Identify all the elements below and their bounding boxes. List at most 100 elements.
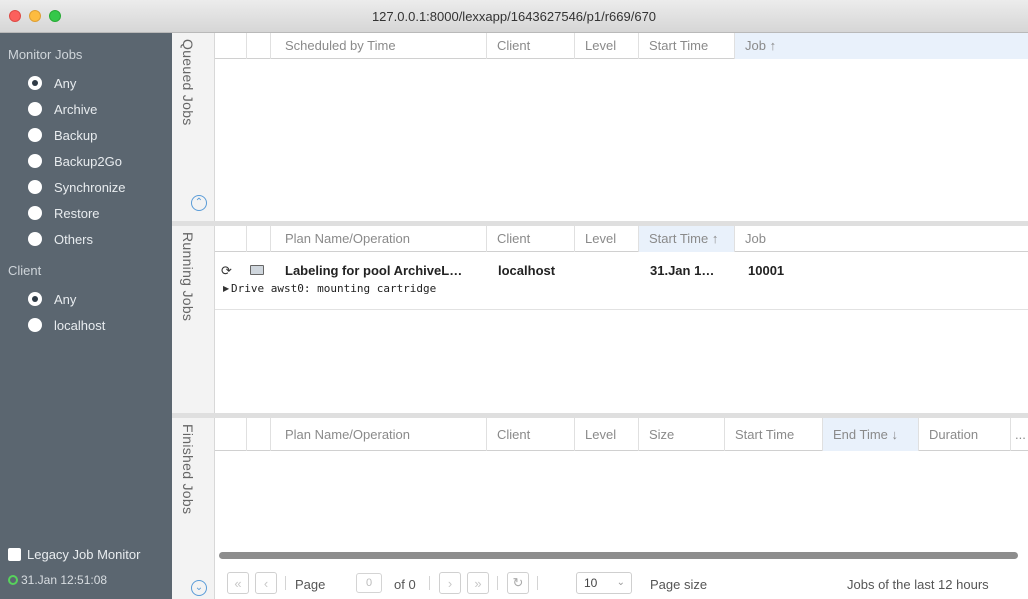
separator xyxy=(537,576,538,590)
job-type-label: Restore xyxy=(54,205,100,221)
column-icon-header[interactable] xyxy=(215,418,247,451)
refresh-timestamp: 31.Jan 12:51:08 xyxy=(21,573,108,587)
row-detail: Drive awst0: mounting cartridge xyxy=(231,282,437,295)
job-type-others-option[interactable]: Others xyxy=(28,229,93,249)
client-label: Any xyxy=(54,291,77,307)
expand-triangle-icon[interactable]: ▶ xyxy=(223,284,229,293)
queued-jobs-header: Scheduled by Time Client Level Start Tim… xyxy=(215,33,1028,59)
column-header[interactable]: Client xyxy=(487,33,575,59)
finished-jobs-header: Plan Name/Operation Client Level Size St… xyxy=(215,418,1028,451)
pagination-bar: « ‹ Page 0 of 0 › » ↻ 10 ⌄ Page size Job… xyxy=(215,568,1028,599)
job-type-label: Others xyxy=(54,231,94,247)
column-header[interactable]: Level xyxy=(575,33,639,59)
column-header[interactable]: Start Time xyxy=(639,33,735,59)
time-range-label: Jobs of the last 12 hours xyxy=(847,577,989,592)
column-status-header[interactable] xyxy=(247,418,271,451)
client-label: localhost xyxy=(54,317,106,333)
chevron-down-icon: ⌄ xyxy=(616,577,625,588)
column-header[interactable]: Plan Name/Operation xyxy=(271,418,487,451)
page-number-input[interactable]: 0 xyxy=(356,573,382,593)
column-icon-header[interactable] xyxy=(215,33,247,59)
column-header-sorted[interactable]: Start Time ↑ xyxy=(639,226,735,252)
page-count: of 0 xyxy=(394,577,416,592)
row-client: localhost xyxy=(498,263,556,278)
job-type-any-option[interactable]: Any xyxy=(28,73,76,93)
column-icon-header[interactable] xyxy=(215,226,247,252)
monitor-icon xyxy=(250,265,264,275)
column-header[interactable]: Client xyxy=(487,226,575,252)
radio-selected-icon xyxy=(28,76,42,90)
collapse-up-icon[interactable]: ⌃ xyxy=(191,195,207,211)
separator xyxy=(285,576,286,590)
refresh-icon: ⟳ xyxy=(221,263,232,278)
radio-icon xyxy=(28,128,42,142)
client-heading: Client xyxy=(8,263,42,278)
last-refresh-status: 31.Jan 12:51:08 xyxy=(8,573,107,587)
row-plan-name: Labeling for pool ArchiveL… xyxy=(285,263,463,278)
job-type-backup-option[interactable]: Backup xyxy=(28,125,97,145)
column-status-header[interactable] xyxy=(247,33,271,59)
client-localhost-option[interactable]: localhost xyxy=(28,315,105,335)
column-header[interactable]: Job xyxy=(735,226,1028,252)
page-size-select[interactable]: 10 ⌄ xyxy=(576,572,632,594)
running-jobs-panel: Plan Name/Operation Client Level Start T… xyxy=(215,226,1028,413)
next-page-icon[interactable]: › xyxy=(439,572,461,594)
column-header[interactable]: Start Time xyxy=(725,418,823,451)
window-titlebar: 127.0.0.1:8000/lexxapp/1643627546/p1/r66… xyxy=(0,0,1028,33)
running-jobs-header: Plan Name/Operation Client Level Start T… xyxy=(215,226,1028,252)
tab-finished-jobs[interactable]: Finished Jobs xyxy=(172,418,215,599)
radio-icon xyxy=(28,180,42,194)
reload-icon[interactable]: ↻ xyxy=(507,572,529,594)
column-status-header[interactable] xyxy=(247,226,271,252)
expand-down-icon[interactable]: ⌄ xyxy=(191,580,207,596)
finished-jobs-panel: Plan Name/Operation Client Level Size St… xyxy=(215,418,1028,568)
window-title: 127.0.0.1:8000/lexxapp/1643627546/p1/r66… xyxy=(371,9,657,24)
separator xyxy=(497,576,498,590)
job-type-label: Backup2Go xyxy=(54,153,122,169)
radio-selected-icon xyxy=(28,292,42,306)
job-type-synchronize-option[interactable]: Synchronize xyxy=(28,177,126,197)
tab-queued-jobs[interactable]: Queued Jobs xyxy=(172,33,215,221)
horizontal-scrollbar[interactable] xyxy=(219,552,1018,559)
column-header[interactable]: Plan Name/Operation xyxy=(271,226,487,252)
column-header[interactable]: Size xyxy=(639,418,725,451)
legacy-label: Legacy Job Monitor xyxy=(27,547,141,562)
checkbox-icon xyxy=(8,548,21,561)
queued-jobs-panel: Scheduled by Time Client Level Start Tim… xyxy=(215,33,1028,221)
job-type-label: Backup xyxy=(54,127,98,143)
tab-running-jobs[interactable]: Running Jobs xyxy=(172,226,215,413)
column-header[interactable]: Scheduled by Time xyxy=(271,33,487,59)
job-type-backup2go-option[interactable]: Backup2Go xyxy=(28,151,122,171)
column-header-more[interactable]: ... xyxy=(1011,418,1028,451)
job-type-label: Any xyxy=(54,75,77,91)
monitor-jobs-heading: Monitor Jobs xyxy=(8,47,83,62)
row-start-time: 31.Jan 1… xyxy=(650,263,715,278)
table-row[interactable]: ⟳ Labeling for pool ArchiveL… localhost … xyxy=(215,253,1028,310)
client-any-option[interactable]: Any xyxy=(28,289,76,309)
column-header-sorted[interactable]: End Time ↓ xyxy=(823,418,919,451)
radio-icon xyxy=(28,154,42,168)
column-header-sorted[interactable]: Job ↑ xyxy=(735,33,1028,59)
column-header[interactable]: Level xyxy=(575,418,639,451)
job-type-label: Synchronize xyxy=(54,179,126,195)
page-size-label: Page size xyxy=(650,577,708,592)
job-type-restore-option[interactable]: Restore xyxy=(28,203,100,223)
radio-icon xyxy=(28,102,42,116)
queued-jobs-tab-label: Queued Jobs xyxy=(180,39,196,126)
job-type-archive-option[interactable]: Archive xyxy=(28,99,97,119)
first-page-icon[interactable]: « xyxy=(227,572,249,594)
column-header[interactable]: Client xyxy=(487,418,575,451)
separator xyxy=(429,576,430,590)
page-size-value: 10 xyxy=(584,576,598,590)
page-label: Page xyxy=(295,577,326,592)
last-page-icon[interactable]: » xyxy=(467,572,489,594)
radio-icon xyxy=(28,232,42,246)
column-header[interactable]: Level xyxy=(575,226,639,252)
row-job-id: 10001 xyxy=(748,263,785,278)
job-type-label: Archive xyxy=(54,101,98,117)
running-jobs-tab-label: Running Jobs xyxy=(180,232,196,322)
column-header[interactable]: Duration xyxy=(919,418,1011,451)
legacy-job-monitor-checkbox[interactable]: Legacy Job Monitor xyxy=(8,547,140,562)
filter-sidebar: Monitor Jobs Any Archive Backup Backup2G… xyxy=(0,33,172,599)
previous-page-icon[interactable]: ‹ xyxy=(255,572,277,594)
